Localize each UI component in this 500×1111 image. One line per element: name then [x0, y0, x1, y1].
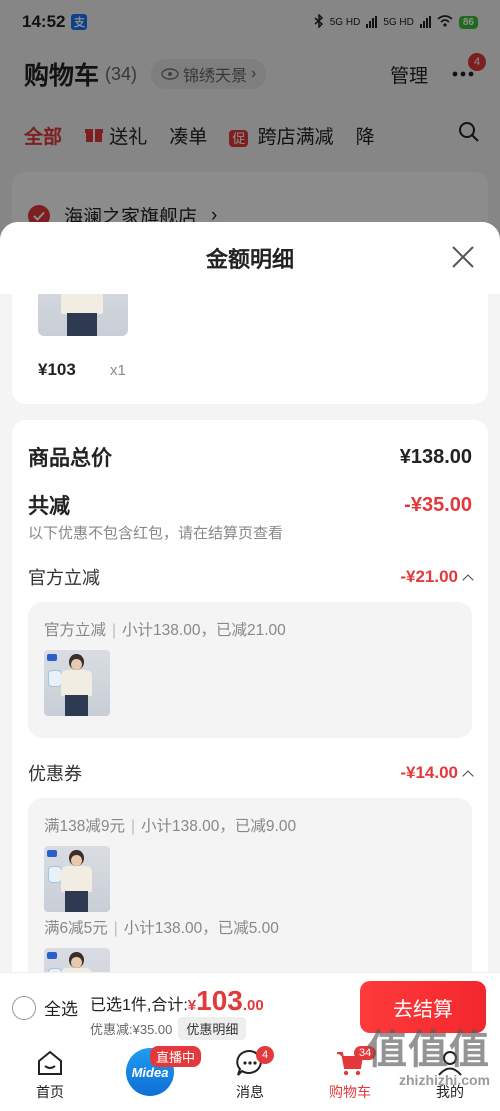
- coupon-value-wrap: -¥14.00: [400, 763, 474, 783]
- watermark-url: zhizhizhi.com: [399, 1072, 490, 1088]
- reduce-row: 共减 -¥35.00: [28, 490, 472, 520]
- selected-text: 已选1件,合计:: [90, 997, 188, 1014]
- official-label: 官方立减: [28, 568, 100, 588]
- total-summary: 已选1件,合计: ¥ 103 .00: [90, 985, 264, 1017]
- site-watermark: 值值值 zhizhizhi.com: [360, 1028, 490, 1108]
- nav-home[interactable]: 首页: [10, 1048, 90, 1102]
- sheet-title: 金额明细: [205, 247, 294, 272]
- official-line-detail: 小计138.00，已减21.00: [122, 622, 286, 639]
- item-thumbnail: [38, 294, 128, 336]
- close-icon[interactable]: [450, 244, 478, 272]
- coupon-line-2: 满6减5元 | 小计138.00，已减5.00: [44, 920, 279, 937]
- discount-summary: 优惠减:¥35.00 优惠明细: [90, 1017, 247, 1040]
- reduce-value: -¥35.00: [404, 493, 472, 516]
- coupon-line-2-name: 满6减5元: [44, 920, 108, 937]
- checkout-button[interactable]: 去结算: [360, 981, 486, 1033]
- total-cents: .00: [242, 997, 264, 1014]
- select-all-toggle[interactable]: 全选: [12, 995, 78, 1020]
- select-all-radio[interactable]: [12, 995, 36, 1020]
- official-row[interactable]: 官方立减 -¥21.00: [28, 564, 474, 590]
- item-price: ¥103: [38, 360, 76, 379]
- chevron-up-icon: [462, 769, 474, 782]
- coupon-line-1: 满138减9元 | 小计138.00，已减9.00: [44, 818, 297, 835]
- coupon-line-2-detail: 小计138.00，已减5.00: [123, 920, 279, 937]
- watermark-logo: 值值值: [367, 1028, 490, 1072]
- total-label: 商品总价: [28, 447, 112, 470]
- messages-badge: 4: [256, 1046, 274, 1064]
- sheet-header: 金额明细: [0, 222, 500, 294]
- chevron-up-icon: [462, 573, 474, 586]
- coupon-line-1-name: 满138减9元: [44, 818, 125, 835]
- nav-messages-label: 消息: [236, 1084, 264, 1100]
- product-thumbnail: [44, 846, 110, 912]
- coupon-value: -¥14.00: [400, 763, 458, 782]
- nav-messages[interactable]: 消息: [210, 1048, 290, 1102]
- discount-detail-button[interactable]: 优惠明细: [178, 1017, 247, 1040]
- coupon-row[interactable]: 优惠券 -¥14.00: [28, 760, 474, 786]
- official-line-name: 官方立减: [44, 622, 107, 639]
- coupon-label: 优惠券: [28, 764, 82, 784]
- official-line: 官方立减 | 小计138.00，已减21.00: [44, 622, 286, 639]
- item-quantity: x1: [110, 362, 126, 379]
- total-amount: 103: [196, 985, 243, 1016]
- select-all-label: 全选: [44, 1000, 78, 1019]
- nav-home-label: 首页: [36, 1084, 64, 1100]
- discount-text: 优惠减:¥35.00: [90, 1022, 173, 1037]
- total-value: ¥138.00: [399, 445, 472, 468]
- official-group: 官方立减 | 小计138.00，已减21.00: [28, 602, 472, 738]
- reduce-note: 以下优惠不包含红包，请在结算页查看: [28, 525, 284, 542]
- total-row: 商品总价 ¥138.00: [28, 442, 472, 472]
- home-icon: [35, 1048, 65, 1078]
- coupon-line-1-detail: 小计138.00，已减9.00: [141, 818, 297, 835]
- live-badge: 直播中: [150, 1046, 202, 1067]
- reduce-label: 共减: [28, 495, 70, 518]
- selected-item-card: ¥103 x1: [12, 294, 488, 404]
- official-value: -¥21.00: [400, 567, 458, 586]
- official-value-wrap: -¥21.00: [400, 567, 474, 587]
- product-thumbnail: [44, 650, 110, 716]
- total-currency: ¥: [187, 997, 197, 1014]
